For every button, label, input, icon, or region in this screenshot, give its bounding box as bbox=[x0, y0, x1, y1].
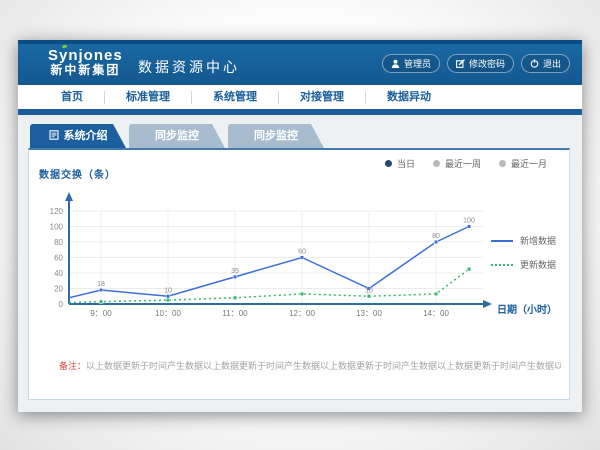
solid-line-icon bbox=[491, 240, 513, 242]
range-label: 最近一周 bbox=[445, 157, 481, 170]
nav-item-interface[interactable]: 对接管理 bbox=[278, 91, 365, 104]
range-option-last-month[interactable]: 最近一月 bbox=[499, 157, 547, 170]
user-icon bbox=[391, 59, 400, 68]
svg-text:10: 10 bbox=[164, 287, 172, 294]
svg-text:20: 20 bbox=[54, 285, 63, 294]
range-label: 最近一月 bbox=[511, 157, 547, 170]
app-title: 数据资源中心 bbox=[138, 57, 240, 77]
nav-item-system[interactable]: 系统管理 bbox=[191, 91, 278, 104]
svg-text:120: 120 bbox=[50, 207, 64, 216]
svg-text:35: 35 bbox=[231, 268, 239, 275]
svg-text:0: 0 bbox=[59, 300, 64, 309]
tab-label: 系统介绍 bbox=[64, 130, 108, 142]
range-label: 当日 bbox=[397, 157, 415, 170]
footnote-text: 以上数据更新于时间产生数据以上数据更新于时间产生数据以上数据更新于时间产生数据以… bbox=[86, 361, 561, 371]
nav-item-changes[interactable]: 数据异动 bbox=[365, 91, 452, 104]
logo-wordmark: Synjones bbox=[48, 47, 123, 64]
tab-system-intro[interactable]: 系统介绍 bbox=[30, 124, 126, 148]
tab-bar: 系统介绍 同步监控 同步监控 bbox=[30, 124, 324, 148]
radio-icon bbox=[499, 160, 506, 167]
logo: Synjones 新中新集团 bbox=[48, 47, 123, 78]
tab-sync-monitor-1[interactable]: 同步监控 bbox=[129, 124, 225, 148]
tab-label: 同步监控 bbox=[155, 130, 199, 142]
footnote: 备注：以上数据更新于时间产生数据以上数据更新于时间产生数据以上数据更新于时间产生… bbox=[59, 359, 561, 372]
power-icon bbox=[530, 59, 539, 68]
svg-text:12：00: 12：00 bbox=[289, 309, 315, 318]
tab-sync-monitor-2[interactable]: 同步监控 bbox=[228, 124, 324, 148]
svg-text:14：00: 14：00 bbox=[423, 309, 449, 318]
legend-item-updated-data[interactable]: 更新数据 bbox=[491, 258, 556, 271]
range-selector: 当日 最近一周 最近一月 bbox=[385, 157, 547, 170]
legend-label: 新增数据 bbox=[520, 234, 556, 247]
admin-label: 管理员 bbox=[404, 57, 431, 70]
nav-underline-bar bbox=[18, 109, 582, 115]
chart-legend: 新增数据 更新数据 bbox=[491, 234, 556, 282]
legend-label: 更新数据 bbox=[520, 258, 556, 271]
app-window: Synjones 新中新集团 数据资源中心 管理员 修改密码 bbox=[18, 40, 582, 412]
svg-text:80: 80 bbox=[432, 233, 440, 240]
document-icon bbox=[49, 125, 59, 149]
legend-item-new-data[interactable]: 新增数据 bbox=[491, 234, 556, 247]
svg-text:100: 100 bbox=[463, 218, 475, 225]
range-option-today[interactable]: 当日 bbox=[385, 157, 415, 170]
range-option-last-week[interactable]: 最近一周 bbox=[433, 157, 481, 170]
edit-icon bbox=[456, 59, 465, 68]
footnote-prefix: 备注： bbox=[59, 361, 86, 371]
page-background: Synjones 新中新集团 数据资源中心 管理员 修改密码 bbox=[0, 0, 600, 450]
dotted-line-icon bbox=[491, 264, 513, 266]
svg-text:10：00: 10：00 bbox=[155, 309, 181, 318]
svg-text:60: 60 bbox=[298, 249, 306, 256]
tab-label: 同步监控 bbox=[254, 130, 298, 142]
svg-text:18: 18 bbox=[97, 281, 105, 288]
user-menu: 管理员 修改密码 退出 bbox=[382, 54, 570, 73]
svg-text:10: 10 bbox=[365, 287, 373, 294]
nav-item-standards[interactable]: 标准管理 bbox=[104, 91, 191, 104]
svg-text:60: 60 bbox=[54, 254, 63, 263]
change-password-button[interactable]: 修改密码 bbox=[447, 54, 514, 73]
admin-button[interactable]: 管理员 bbox=[382, 54, 440, 73]
line-chart: 0 20 40 60 80 100 120 9：00 10：00 11：00 12：00 13：00 1… bbox=[31, 178, 511, 328]
svg-text:80: 80 bbox=[54, 238, 63, 247]
logout-button[interactable]: 退出 bbox=[521, 54, 570, 73]
content-panel: 当日 最近一周 最近一月 数据交换（条） 0204060801001209：00… bbox=[28, 148, 570, 400]
svg-text:100: 100 bbox=[50, 223, 64, 232]
svg-text:11：00: 11：00 bbox=[222, 309, 248, 318]
x-axis-title: 日期（小时） bbox=[497, 301, 557, 316]
nav-item-home[interactable]: 首页 bbox=[40, 91, 104, 104]
logo-company-name: 新中新集团 bbox=[48, 64, 123, 78]
change-password-label: 修改密码 bbox=[469, 57, 505, 70]
svg-text:40: 40 bbox=[54, 269, 63, 278]
header: Synjones 新中新集团 数据资源中心 管理员 修改密码 bbox=[18, 40, 582, 85]
radio-icon bbox=[433, 160, 440, 167]
main-nav: 首页 标准管理 系统管理 对接管理 数据异动 bbox=[18, 85, 582, 109]
svg-text:9：00: 9：00 bbox=[90, 309, 112, 318]
svg-text:13：00: 13：00 bbox=[356, 309, 382, 318]
radio-icon bbox=[385, 160, 392, 167]
logout-label: 退出 bbox=[543, 57, 561, 70]
